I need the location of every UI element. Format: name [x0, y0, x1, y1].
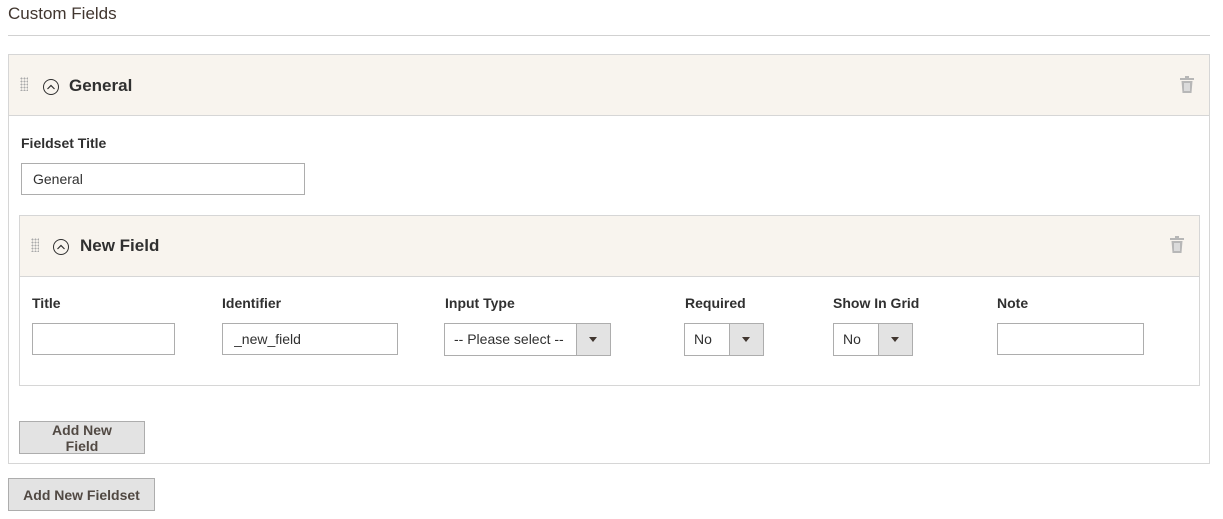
- section-divider: [8, 35, 1210, 36]
- show-in-grid-value: No: [843, 331, 861, 347]
- field-title: New Field: [80, 236, 160, 255]
- drag-handle-icon[interactable]: [20, 77, 28, 91]
- delete-fieldset-trash-icon[interactable]: [1180, 76, 1194, 93]
- title-column-label: Title: [32, 295, 61, 311]
- title-input[interactable]: [32, 323, 175, 355]
- identifier-column-label: Identifier: [222, 295, 282, 311]
- required-value: No: [694, 331, 712, 347]
- field-header[interactable]: New Field: [20, 216, 1199, 277]
- section-title: Custom Fields: [8, 4, 117, 23]
- show-in-grid-select[interactable]: No: [833, 323, 913, 356]
- add-new-field-button[interactable]: Add New Field: [19, 421, 145, 454]
- chevron-down-icon[interactable]: [729, 324, 763, 355]
- identifier-input[interactable]: [222, 323, 398, 355]
- required-column-label: Required: [685, 295, 746, 311]
- input-type-column-label: Input Type: [445, 295, 515, 311]
- drag-handle-icon[interactable]: [31, 238, 39, 252]
- input-type-select[interactable]: -- Please select --: [444, 323, 611, 356]
- collapse-icon[interactable]: [43, 79, 59, 95]
- note-input[interactable]: [997, 323, 1144, 355]
- fieldset-general: General Fieldset Title New Field: [8, 54, 1210, 464]
- chevron-down-icon[interactable]: [878, 324, 912, 355]
- collapse-icon[interactable]: [53, 239, 69, 255]
- input-type-value: -- Please select --: [454, 331, 564, 347]
- add-new-fieldset-button[interactable]: Add New Fieldset: [8, 478, 155, 511]
- delete-field-trash-icon[interactable]: [1170, 236, 1184, 253]
- fieldset-title-input[interactable]: [21, 163, 305, 195]
- field-new-field: New Field Title Identifier Input Type Re…: [19, 215, 1200, 386]
- note-column-label: Note: [997, 295, 1029, 311]
- show-in-grid-column-label: Show In Grid: [833, 295, 920, 311]
- fieldset-title-label: Fieldset Title: [21, 135, 107, 151]
- required-select[interactable]: No: [684, 323, 764, 356]
- chevron-down-icon[interactable]: [576, 324, 610, 355]
- fieldset-header[interactable]: General: [9, 55, 1209, 116]
- fieldset-title: General: [69, 76, 133, 95]
